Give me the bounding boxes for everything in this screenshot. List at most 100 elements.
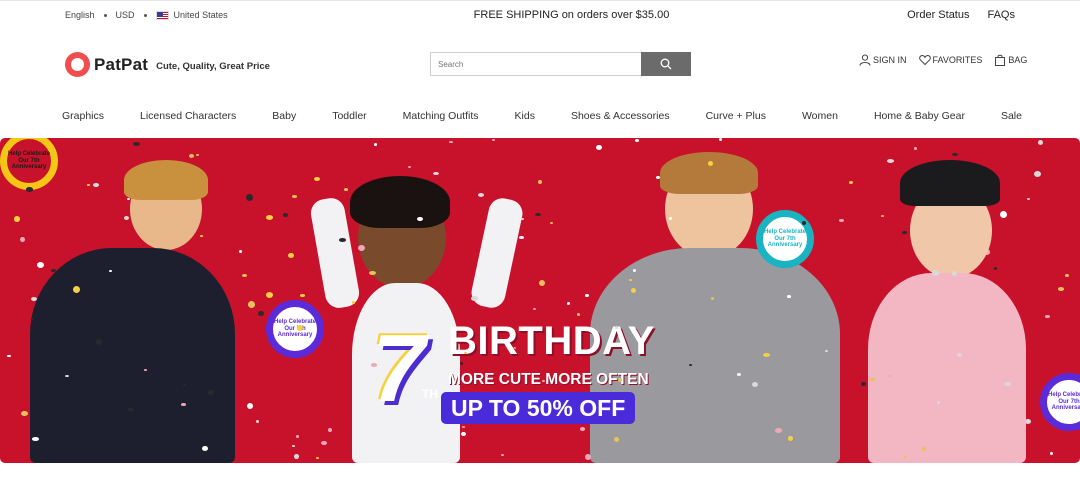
confetti-piece — [124, 216, 129, 221]
confetti-piece — [485, 374, 488, 377]
confetti-piece — [14, 216, 20, 222]
nav-item-baby[interactable]: Baby — [272, 110, 296, 122]
confetti-piece — [374, 143, 377, 146]
confetti-piece — [239, 250, 242, 254]
confetti-piece — [839, 219, 844, 223]
user-icon — [859, 54, 871, 66]
confetti-piece — [51, 269, 56, 272]
anniversary-suffix: TH — [422, 387, 438, 401]
promo-headline: BIRTHDAY — [448, 319, 655, 363]
nav-item-sale[interactable]: Sale — [1001, 110, 1022, 122]
confetti-piece — [585, 294, 589, 298]
confetti-piece — [408, 166, 411, 169]
confetti-piece — [719, 138, 722, 141]
nav-item-shoes-accessories[interactable]: Shoes & Accessories — [571, 110, 670, 122]
sign-in-label: SIGN IN — [873, 55, 907, 65]
search-input[interactable] — [430, 52, 641, 76]
promo-offer: UP TO 50% OFF — [441, 392, 636, 424]
confetti-piece — [922, 447, 926, 451]
confetti-piece — [567, 302, 570, 306]
nav-item-toddler[interactable]: Toddler — [332, 110, 366, 122]
confetti-piece — [1050, 452, 1053, 455]
confetti-piece — [1065, 274, 1069, 278]
favorites-button[interactable]: FAVORITES — [918, 54, 983, 66]
confetti-piece — [501, 454, 504, 457]
confetti-piece — [344, 188, 348, 191]
confetti-piece — [297, 325, 303, 331]
confetti-piece — [358, 245, 365, 252]
faqs-link[interactable]: FAQs — [987, 9, 1015, 21]
brand-logo[interactable]: PatPat Cute, Quality, Great Price — [65, 52, 270, 77]
anniversary-badge-text: Help Celebrate Our 7th Anniversary — [273, 319, 316, 339]
confetti-piece — [352, 301, 355, 304]
confetti-piece — [144, 369, 147, 371]
confetti-piece — [32, 437, 39, 441]
confetti-piece — [196, 154, 199, 156]
nav-item-licensed-characters[interactable]: Licensed Characters — [140, 110, 236, 122]
confetti-piece — [189, 154, 194, 158]
confetti-piece — [615, 326, 618, 329]
confetti-piece — [689, 364, 692, 367]
confetti-piece — [1027, 198, 1030, 201]
confetti-piece — [763, 353, 770, 357]
confetti-piece — [887, 159, 894, 163]
nav-item-graphics[interactable]: Graphics — [62, 110, 104, 122]
search-bar — [430, 52, 691, 76]
confetti-piece — [752, 382, 758, 388]
confetti-piece — [300, 294, 305, 297]
confetti-piece — [314, 177, 320, 182]
birthday-promo: 7 TH BIRTHDAY MORE CUTE MORE OFTEN UP TO… — [358, 321, 708, 433]
bag-button[interactable]: BAG — [994, 54, 1027, 66]
sign-in-button[interactable]: SIGN IN — [859, 54, 907, 66]
order-status-link[interactable]: Order Status — [907, 9, 969, 21]
confetti-piece — [1000, 211, 1007, 218]
confetti-piece — [20, 237, 25, 243]
confetti-piece — [283, 213, 288, 217]
confetti-piece — [849, 181, 853, 184]
confetti-piece — [775, 428, 782, 434]
confetti-piece — [433, 172, 439, 176]
nav-item-home-baby-gear[interactable]: Home & Baby Gear — [874, 110, 965, 122]
confetti-piece — [183, 384, 186, 386]
confetti-piece — [7, 355, 11, 358]
confetti-piece — [316, 457, 319, 459]
confetti-piece — [93, 183, 99, 188]
confetti-piece — [538, 180, 542, 184]
anniversary-badge: Help Celebrate Our 7th Anniversary — [266, 300, 324, 358]
confetti-piece — [881, 215, 884, 217]
nav-item-matching-outfits[interactable]: Matching Outfits — [403, 110, 479, 122]
confetti-piece — [248, 301, 255, 308]
anniversary-number: 7 — [372, 315, 426, 422]
anniversary-badge: Help Celebrate Our 7th Anniversary — [0, 138, 58, 190]
confetti-piece — [1034, 171, 1041, 177]
hero-banner[interactable]: Help Celebrate Our 7th Anniversary Help … — [0, 138, 1080, 463]
nav-item-curve-plus[interactable]: Curve + Plus — [706, 110, 766, 122]
confetti-piece — [328, 428, 332, 432]
nav-item-women[interactable]: Women — [802, 110, 838, 122]
confetti-piece — [449, 141, 453, 144]
anniversary-badge-text: Help Celebrate Our 7th Anniversary — [7, 151, 50, 171]
confetti-piece — [577, 313, 580, 316]
nav-item-kids[interactable]: Kids — [515, 110, 535, 122]
favorites-label: FAVORITES — [932, 55, 983, 65]
confetti-piece — [1045, 315, 1050, 318]
confetti-piece — [618, 378, 622, 382]
utility-bar: English USD United States FREE SHIPPING … — [0, 0, 1080, 30]
confetti-piece — [26, 187, 33, 192]
search-button[interactable] — [641, 52, 691, 76]
anniversary-badge-text: Help Celebrate Our 7th Anniversary — [763, 229, 806, 249]
confetti-piece — [521, 218, 524, 220]
confetti-piece — [471, 296, 478, 301]
search-icon — [660, 58, 672, 70]
confetti-piece — [292, 445, 295, 447]
heart-icon — [918, 54, 931, 66]
confetti-piece — [478, 193, 484, 197]
anniversary-badge: Help Celebrate Our 7th Anniversary — [1040, 373, 1080, 431]
confetti-piece — [321, 441, 327, 446]
confetti-piece — [914, 147, 917, 150]
confetti-piece — [266, 215, 273, 220]
confetti-piece — [539, 280, 545, 286]
confetti-piece — [614, 437, 619, 442]
confetti-piece — [296, 435, 299, 438]
confetti-piece — [256, 420, 259, 424]
